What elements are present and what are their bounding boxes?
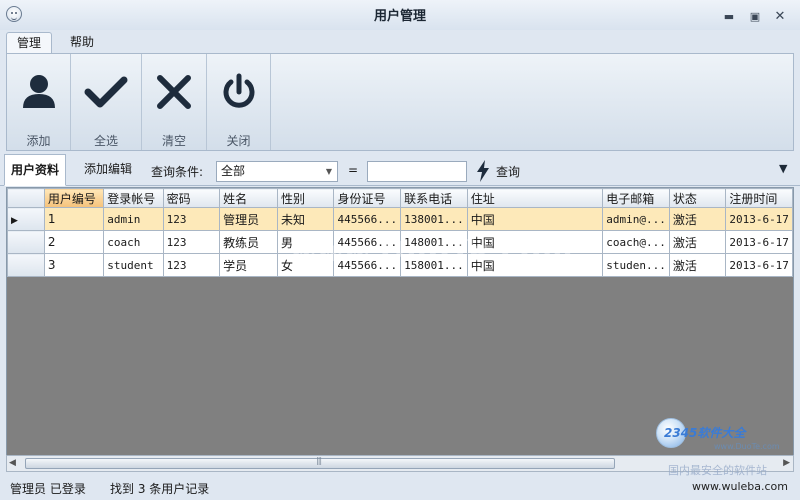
cell[interactable]: 教练员 — [219, 230, 279, 254]
minimize-icon[interactable]: ▬ — [722, 9, 736, 23]
user-icon — [7, 72, 70, 112]
select-all-corner[interactable] — [7, 188, 45, 208]
query-button-label: 查询 — [496, 164, 521, 179]
col-header-regdate[interactable]: 注册时间 — [725, 188, 793, 208]
cell[interactable]: 123 — [162, 207, 221, 231]
panel-menu-icon[interactable]: ▼ — [779, 162, 787, 175]
cell[interactable]: 激活 — [668, 230, 727, 254]
row-selector[interactable] — [7, 230, 45, 254]
table-row[interactable]: ▶ 1 admin 123 管理员 未知 445566... 138001...… — [7, 207, 793, 231]
cell[interactable]: 激活 — [668, 207, 727, 231]
cell[interactable]: coach — [103, 230, 164, 254]
watermark-slogan: 国内最安全的软件站 — [668, 464, 767, 477]
cell[interactable]: 138001... — [400, 207, 468, 231]
cell[interactable]: 3 — [43, 253, 105, 277]
cell[interactable]: admin — [103, 207, 164, 231]
cell[interactable]: 2013-6-17 — [725, 207, 793, 231]
cell[interactable]: 中国 — [466, 207, 604, 231]
clear-button[interactable]: 清空 — [142, 54, 207, 150]
current-row-icon: ▶ — [11, 216, 18, 226]
col-header-name[interactable]: 姓名 — [219, 188, 279, 208]
cell[interactable]: coach@... — [602, 230, 670, 254]
cell[interactable]: 123 — [162, 253, 221, 277]
table-header: 用户编号 登录帐号 密码 姓名 性别 身份证号 联系电话 住址 电子邮箱 状态 … — [7, 188, 793, 208]
checkmark-icon — [71, 72, 141, 112]
cell[interactable]: 未知 — [277, 207, 335, 231]
query-bar: 用户资料 添加编辑 查询条件: 全部 ▼ = 查询 ▼ — [0, 152, 800, 186]
equals-label: = — [348, 163, 359, 177]
record-count: 找到 3 条用户记录 — [110, 482, 210, 496]
watermark-site-sub: www.DuoTe.com — [714, 442, 780, 451]
query-value-input[interactable] — [367, 161, 467, 182]
cell[interactable]: 2013-6-17 — [725, 230, 793, 254]
col-header-password[interactable]: 密码 — [162, 188, 221, 208]
maximize-icon[interactable]: ▣ — [748, 9, 762, 23]
scroll-left-icon[interactable]: ◀ — [9, 458, 16, 468]
col-header-status[interactable]: 状态 — [668, 188, 727, 208]
lightning-icon — [477, 160, 489, 182]
add-button[interactable]: 添加 — [7, 54, 71, 150]
row-selector[interactable]: ▶ — [7, 207, 45, 231]
title-bar: 用户管理 ▬ ▣ ✕ — [0, 0, 800, 30]
x-icon — [142, 72, 206, 112]
row-selector[interactable] — [7, 253, 45, 277]
menu-tab-help[interactable]: 帮助 — [60, 32, 104, 54]
cell[interactable]: studen... — [602, 253, 670, 277]
scrollbar-thumb[interactable] — [25, 456, 615, 469]
close-icon[interactable]: ✕ — [773, 9, 787, 23]
select-all-button[interactable]: 全选 — [71, 54, 142, 150]
cell[interactable]: 管理员 — [219, 207, 279, 231]
add-label: 添加 — [26, 134, 51, 148]
clear-label: 清空 — [161, 134, 186, 148]
col-header-gender[interactable]: 性别 — [277, 188, 335, 208]
watermark-url: www.wuleba.com — [692, 480, 788, 493]
watermark-center: www.DuoTe.com — [290, 234, 575, 269]
cell[interactable]: student — [103, 253, 164, 277]
chevron-down-icon: ▼ — [325, 167, 332, 176]
window-title: 用户管理 — [373, 9, 426, 24]
cell[interactable]: admin@... — [602, 207, 670, 231]
menu-tab-manage[interactable]: 管理 — [6, 32, 53, 54]
watermark-site: 2345软件大全 — [664, 426, 746, 440]
query-condition-label: 查询条件: — [151, 165, 204, 179]
ribbon-toolbar: 添加 全选 清空 关闭 — [6, 53, 794, 151]
close-button[interactable]: 关闭 — [207, 54, 271, 150]
cell[interactable]: 1 — [43, 207, 105, 231]
tab-user-profile[interactable]: 用户资料 — [4, 154, 67, 186]
query-button[interactable]: 查询 — [476, 159, 520, 183]
col-header-idcard[interactable]: 身份证号 — [333, 188, 402, 208]
col-header-address[interactable]: 住址 — [466, 188, 604, 208]
menu-bar: 管理 帮助 — [0, 30, 800, 54]
cell[interactable]: 学员 — [219, 253, 279, 277]
cell[interactable]: 2013-6-17 — [725, 253, 793, 277]
cell[interactable]: 激活 — [668, 253, 727, 277]
query-field-value: 全部 — [221, 164, 246, 178]
close-label: 关闭 — [226, 134, 251, 148]
query-field-select[interactable]: 全部 ▼ — [216, 161, 338, 182]
cell[interactable]: 2 — [43, 230, 105, 254]
tab-add-edit[interactable]: 添加编辑 — [78, 154, 138, 186]
col-header-login[interactable]: 登录帐号 — [103, 188, 164, 208]
cell[interactable]: 445566... — [333, 207, 402, 231]
login-status: 管理员 已登录 — [10, 482, 86, 496]
col-header-phone[interactable]: 联系电话 — [400, 188, 468, 208]
cell[interactable]: 123 — [162, 230, 221, 254]
col-header-id[interactable]: 用户编号 — [43, 188, 105, 208]
select-all-label: 全选 — [93, 134, 118, 148]
power-icon — [207, 72, 270, 112]
scroll-right-icon[interactable]: ▶ — [783, 458, 790, 468]
col-header-email[interactable]: 电子邮箱 — [602, 188, 670, 208]
